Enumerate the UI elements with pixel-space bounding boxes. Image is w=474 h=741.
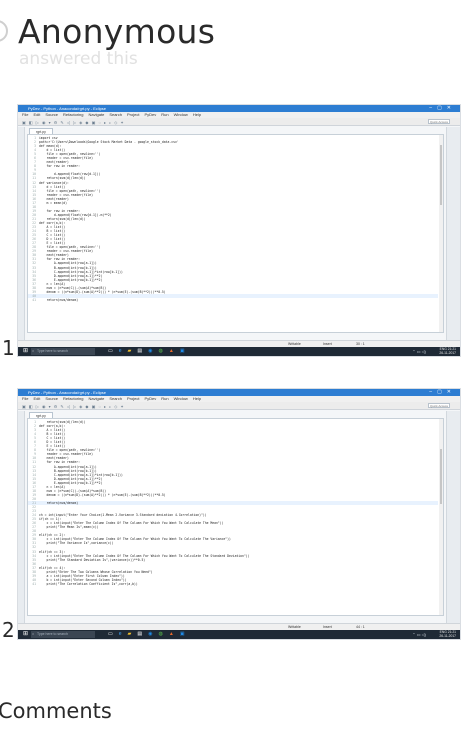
menu-item: Refactoring [63, 396, 84, 401]
taskbar-search: Type here to search [31, 631, 95, 638]
quick-access-field: Quick Access [428, 119, 450, 124]
tray-clock: ENG 21:21 26-11-2017 [439, 347, 456, 356]
scrollbar-thumb [440, 449, 442, 504]
windows-start-icon: ⊞ [23, 631, 29, 637]
toolbar-icons: ▣ ◧ ▷ ◉ ▾ ⚙ ✎ ◁ ▷ ◈ ◆ ▣ ◌ ▸ ▹ ◇ ✦ [22, 404, 125, 409]
window-controls: –▢✕ [429, 105, 456, 111]
toolbar: ▣ ◧ ▷ ◉ ▾ ⚙ ✎ ◁ ▷ ◈ ◆ ▣ ◌ ▸ ▹ ◇ ✦ Quick … [18, 118, 460, 126]
answered-label: answered this [19, 49, 138, 69]
taskbar-app-icons: ▭e▰▤◉◍▲▣ [108, 348, 191, 354]
status-bar: Writable Insert 30 : 1 [18, 340, 460, 347]
toolbar-icons: ▣ ◧ ▷ ◉ ▾ ⚙ ✎ ◁ ▷ ◈ ◆ ▣ ◌ ▸ ▹ ◇ ✦ [22, 120, 125, 125]
menu-item: Refactoring [63, 112, 84, 117]
left-sidebar [18, 411, 25, 630]
menu-item: PyDev [144, 112, 157, 117]
menu-item: Help [192, 396, 202, 401]
code-line: 41 return(num/denom) [28, 298, 438, 302]
line-number: 41 [32, 581, 36, 586]
menu-item: Navigate [88, 396, 105, 401]
menu-item: Source [45, 396, 59, 401]
code-editor: 1 import csv 2 path=r'C:\Users\Downloads\Go… [27, 134, 444, 333]
menu-item: Window [173, 396, 188, 401]
author-avatar [0, 20, 8, 42]
menu-item: Edit [33, 396, 41, 401]
line-number: 41 [32, 297, 36, 302]
menu-item: Search [109, 112, 122, 117]
right-sidebar [446, 411, 460, 630]
quick-access-field: Quick Access [428, 403, 450, 408]
comments-heading: Comments [0, 699, 112, 723]
screenshot-number: 1 [2, 336, 15, 360]
menu-item: File [22, 396, 29, 401]
taskbar-app-icons: ▭e▰▤◉◍▲▣ [108, 631, 191, 637]
workbench: rgrt.py 1 return(sum(d)/len(d)) 2 def corr… [18, 411, 460, 630]
code-block: 1 import csv 2 path=r'C:\Users\Downloads\Go… [28, 136, 438, 302]
window-title: PyDev - Python - Anaconda/rgrt.py - Ecli… [28, 106, 107, 111]
code-screenshot[interactable]: PyDev - Python - Anaconda/rgrt.py - Ecli… [17, 104, 461, 357]
toolbar: ▣ ◧ ▷ ◉ ▾ ⚙ ✎ ◁ ▷ ◈ ◆ ▣ ◌ ▸ ▹ ◇ ✦ Quick … [18, 402, 460, 410]
tray-clock: ENG 21:21 26-11-2017 [439, 630, 456, 639]
right-sidebar [446, 127, 460, 347]
menu-item: Edit [33, 112, 41, 117]
editor-scrollbar [439, 419, 443, 615]
screenshot-number: 2 [2, 618, 15, 642]
left-sidebar [18, 127, 25, 347]
menu-item: File [22, 112, 29, 117]
menu-item: Run [161, 112, 169, 117]
menu-item: Window [173, 112, 188, 117]
menu-item: Run [161, 396, 169, 401]
code-editor: 1 return(sum(d)/len(d)) 2 def corr(a,b): 3 … [27, 418, 444, 616]
tray-date: 26-11-2017 [439, 634, 456, 639]
window-controls: –▢✕ [429, 389, 456, 395]
code-block: 1 return(sum(d)/len(d)) 2 def corr(a,b): 3 … [28, 420, 438, 586]
scrollbar-thumb [440, 145, 442, 205]
menu-item: Project [127, 112, 140, 117]
editor-scrollbar [439, 135, 443, 332]
menu-item: Project [127, 396, 140, 401]
menu-item: Navigate [88, 112, 105, 117]
tray-icons: ⌃ ▭ ◁) [412, 349, 426, 354]
tray-date: 26-11-2017 [439, 351, 456, 356]
window-title: PyDev - Python - Anaconda/rgrt.py - Ecli… [28, 390, 107, 395]
taskbar-search: Type here to search [31, 348, 95, 355]
code-line: 41 print("The Correlation Coefficient Is… [28, 582, 438, 586]
windows-start-icon: ⊞ [23, 348, 29, 354]
author-name[interactable]: Anonymous [18, 12, 215, 51]
taskbar: ⊞ Type here to search ▭e▰▤◉◍▲▣ ⌃ ▭ ◁) EN… [18, 347, 460, 356]
menu-item: Help [192, 112, 202, 117]
taskbar: ⊞ Type here to search ▭e▰▤◉◍▲▣ ⌃ ▭ ◁) EN… [18, 630, 460, 639]
window-titlebar: PyDev - Python - Anaconda/rgrt.py - Ecli… [18, 105, 460, 112]
window-titlebar: PyDev - Python - Anaconda/rgrt.py - Ecli… [18, 389, 460, 396]
tray-icons: ⌃ ▭ ◁) [412, 632, 426, 637]
code-text: return(num/denom) [39, 297, 79, 302]
status-bar: Writable Insert 44 : 1 [18, 623, 460, 630]
menu-item: Source [45, 112, 59, 117]
menu-item: Search [109, 396, 122, 401]
workbench: rgrt.py 1 import csv 2 path=r'C:\Users\Down… [18, 127, 460, 347]
code-text: print("The Correlation Coefficient Is",c… [39, 581, 138, 586]
menu-item: PyDev [144, 396, 157, 401]
code-screenshot[interactable]: PyDev - Python - Anaconda/rgrt.py - Ecli… [17, 388, 461, 640]
